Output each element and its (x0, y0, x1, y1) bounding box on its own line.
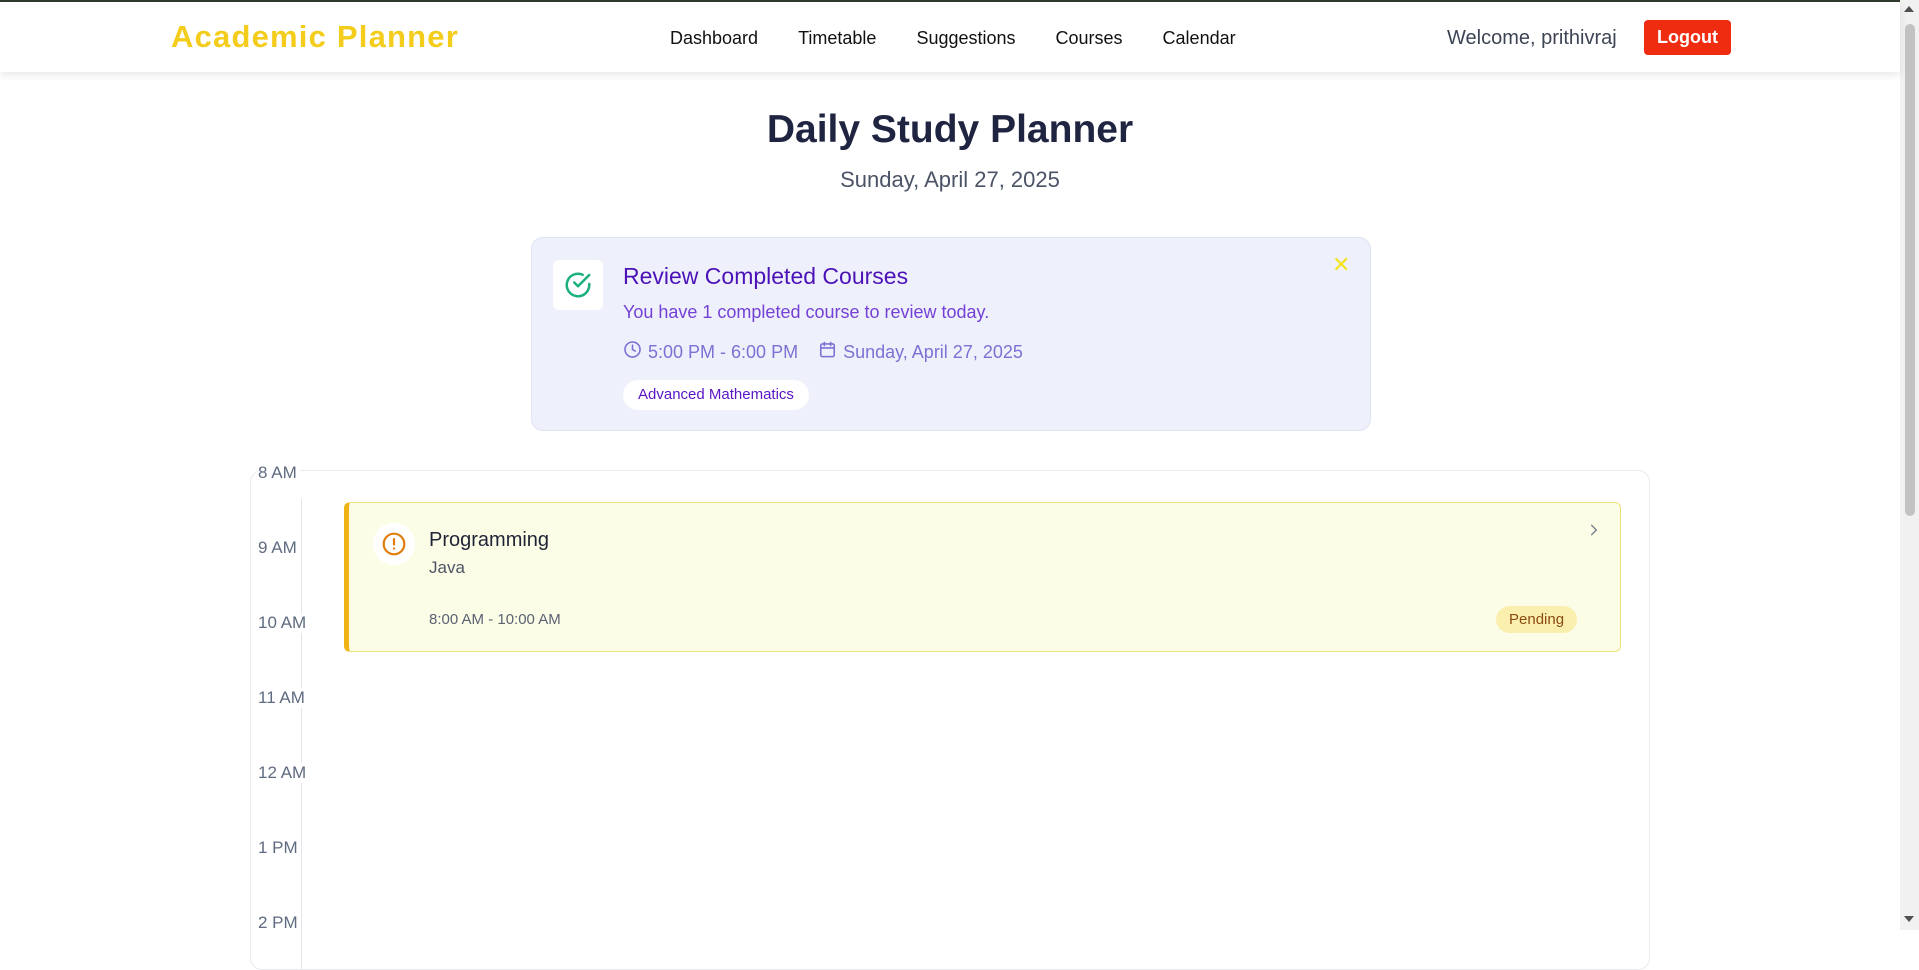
review-date: Sunday, April 27, 2025 (818, 340, 1023, 364)
event-subtitle: Java (429, 558, 465, 577)
hour-label: 11 AM (258, 688, 308, 708)
page-date: Sunday, April 27, 2025 (840, 167, 1060, 192)
review-time-text: 5:00 PM - 6:00 PM (648, 341, 799, 362)
alert-circle-icon (373, 523, 415, 565)
brand-logo[interactable]: Academic Planner (171, 19, 459, 55)
nav-link-courses[interactable]: Courses (1056, 28, 1123, 49)
status-badge: Pending (1496, 606, 1578, 633)
hour-label: 1 PM (258, 838, 301, 858)
calendar-icon (818, 340, 837, 364)
review-date-text: Sunday, April 27, 2025 (843, 341, 1023, 362)
vertical-scrollbar[interactable] (1900, 0, 1919, 930)
close-icon[interactable]: ✕ (1332, 252, 1350, 278)
event-time: 8:00 AM - 10:00 AM (429, 611, 561, 628)
hour-label: 10 AM (258, 613, 310, 633)
chevron-right-icon[interactable] (1587, 523, 1601, 542)
check-circle-icon (553, 260, 603, 310)
review-meta: 5:00 PM - 6:00 PM Sunday, April 27, 2025 (623, 340, 1043, 364)
hour-label: 12 AM (258, 763, 310, 783)
event-title: Programming (429, 529, 550, 551)
nav-link-suggestions[interactable]: Suggestions (916, 28, 1015, 49)
hour-label: 9 AM (258, 538, 300, 558)
course-chip[interactable]: Advanced Mathematics (623, 380, 809, 410)
review-description: You have 1 completed course to review to… (623, 302, 990, 322)
clock-icon (623, 340, 642, 364)
scroll-down-arrow-icon[interactable] (1904, 916, 1914, 922)
nav-link-timetable[interactable]: Timetable (798, 28, 876, 49)
timeline-rail (301, 499, 302, 969)
navbar: Academic Planner Dashboard Timetable Sug… (0, 2, 1900, 72)
logout-button[interactable]: Logout (1644, 20, 1731, 55)
hour-label: 2 PM (258, 913, 301, 933)
scrollbar-thumb[interactable] (1905, 24, 1915, 516)
nav-link-dashboard[interactable]: Dashboard (670, 28, 758, 49)
welcome-text: Welcome, prithivraj (1447, 27, 1617, 49)
review-time: 5:00 PM - 6:00 PM (623, 340, 798, 364)
hour-label: 8 AM (258, 463, 300, 483)
nav-link-calendar[interactable]: Calendar (1163, 28, 1236, 49)
scroll-up-arrow-icon[interactable] (1904, 6, 1914, 12)
nav-links: Dashboard Timetable Suggestions Courses … (670, 28, 1236, 49)
review-title: Review Completed Courses (623, 263, 909, 289)
page-title: Daily Study Planner (766, 108, 1134, 151)
schedule-event-card[interactable]: Programming Java 8:00 AM - 10:00 AM Pend… (344, 502, 1621, 652)
review-reminder-card: Review Completed Courses You have 1 comp… (531, 237, 1371, 431)
